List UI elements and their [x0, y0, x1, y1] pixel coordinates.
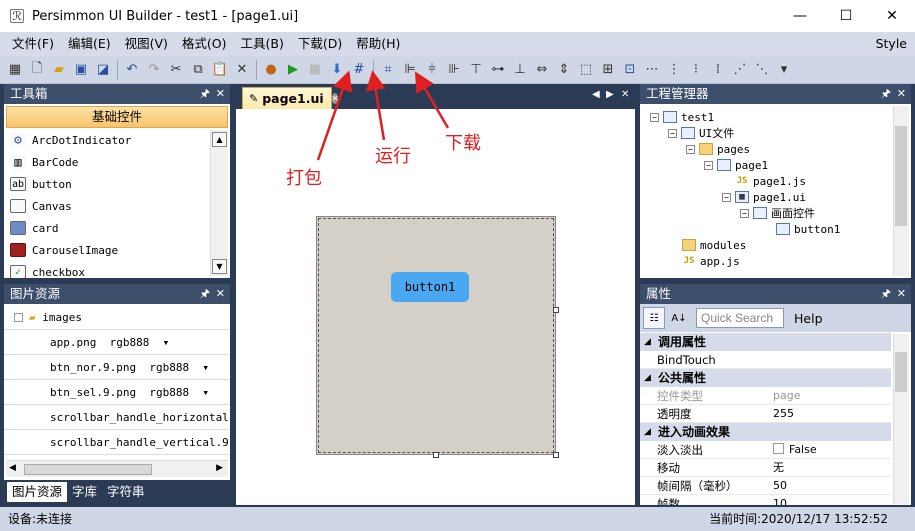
scrollbar-thumb[interactable]	[895, 126, 907, 226]
js-file-icon: JS	[683, 256, 695, 266]
properties-panel: 属性 🖈 ✕ ☷ A↓ Quick Search Help ◢ 调用属性 Bind…	[640, 284, 911, 505]
properties-header: 属性 🖈 ✕	[640, 284, 911, 304]
collapse-toggle-icon[interactable]: −	[668, 128, 677, 138]
project-scrollbar[interactable]	[893, 106, 909, 276]
device-status: 设备:未连接	[8, 512, 73, 526]
arrow-to-pack	[316, 70, 353, 161]
alphabetical-sort-icon[interactable]: A↓	[668, 307, 690, 329]
pin-icon[interactable]: 🖈	[881, 84, 891, 104]
project-manager-header: 工程管理器 🖈 ✕	[640, 84, 911, 104]
checkbox[interactable]	[773, 443, 784, 454]
collapse-icon[interactable]: ◢	[644, 369, 651, 387]
property-row[interactable]: 帧间隔（毫秒） 50	[640, 477, 891, 495]
status-bar: 设备:未连接 当前时间:2020/12/17 13:52:52	[0, 507, 915, 531]
project-manager-title: 工程管理器	[646, 86, 709, 101]
collapse-toggle-icon[interactable]: −	[686, 144, 695, 154]
tree-node-page1-js[interactable]: JS page1.js	[735, 173, 806, 189]
pin-icon[interactable]: 🖈	[881, 284, 891, 304]
property-row[interactable]: 透明度 255	[640, 405, 891, 423]
tree-node-modules[interactable]: modules	[682, 237, 746, 253]
tree-node-test1[interactable]: − test1	[650, 109, 714, 125]
category-enter-animation[interactable]: ◢ 进入动画效果	[640, 423, 891, 441]
arrow-to-run	[365, 70, 386, 141]
tree-node-app-js[interactable]: JS app.js	[682, 253, 740, 269]
property-row[interactable]: 帧数 10	[640, 495, 891, 505]
current-time: 当前时间:2020/12/17 13:52:52	[709, 512, 888, 526]
collapse-icon[interactable]: ◢	[644, 423, 651, 441]
widget-icon	[776, 223, 790, 235]
folder-icon	[682, 239, 696, 251]
properties-scrollbar[interactable]	[893, 334, 909, 504]
tree-node-page1-ui[interactable]: − ▦ page1.ui	[722, 189, 806, 205]
ui-file-icon: ▦	[735, 191, 749, 203]
categorized-view-icon[interactable]: ☷	[643, 307, 665, 329]
project-icon	[663, 111, 677, 123]
widget-group-icon	[753, 207, 767, 219]
quick-search-input[interactable]: Quick Search	[696, 308, 784, 328]
arrow-to-download	[414, 71, 450, 129]
ui-folder-icon	[681, 127, 695, 139]
property-row[interactable]: 淡入淡出 False	[640, 441, 891, 459]
properties-toolbar: ☷ A↓ Quick Search Help	[640, 304, 911, 332]
category-invoke-properties[interactable]: ◢ 调用属性	[640, 333, 891, 351]
property-row[interactable]: 移动无	[640, 459, 891, 477]
tree-node-button1[interactable]: button1	[776, 221, 840, 237]
collapse-toggle-icon[interactable]: −	[704, 160, 713, 170]
tree-node-ui-files[interactable]: − UI文件	[668, 125, 734, 141]
page-icon	[717, 159, 731, 171]
properties-title: 属性	[646, 286, 672, 301]
close-icon[interactable]: ✕	[897, 284, 906, 304]
tree-node-page1[interactable]: − page1	[704, 157, 768, 173]
collapse-toggle-icon[interactable]: −	[740, 208, 749, 218]
folder-icon	[699, 143, 713, 155]
js-file-icon: JS	[736, 176, 748, 186]
tree-node-screen-widgets[interactable]: − 画面控件	[740, 205, 815, 221]
tree-node-pages[interactable]: − pages	[686, 141, 750, 157]
collapse-toggle-icon[interactable]: −	[650, 112, 659, 122]
project-manager-panel: 工程管理器 🖈 ✕ − test1 − UI文件 − pages − page1 JS p…	[640, 84, 911, 278]
close-icon[interactable]: ✕	[897, 84, 906, 104]
collapse-toggle-icon[interactable]: −	[722, 192, 731, 202]
category-common-properties[interactable]: ◢ 公共属性	[640, 369, 891, 387]
property-row[interactable]: BindTouch	[640, 351, 891, 369]
property-row[interactable]: 控件类型 page	[640, 387, 891, 405]
collapse-icon[interactable]: ◢	[644, 333, 651, 351]
scrollbar-thumb[interactable]	[895, 352, 907, 392]
help-link[interactable]: Help	[794, 311, 823, 326]
